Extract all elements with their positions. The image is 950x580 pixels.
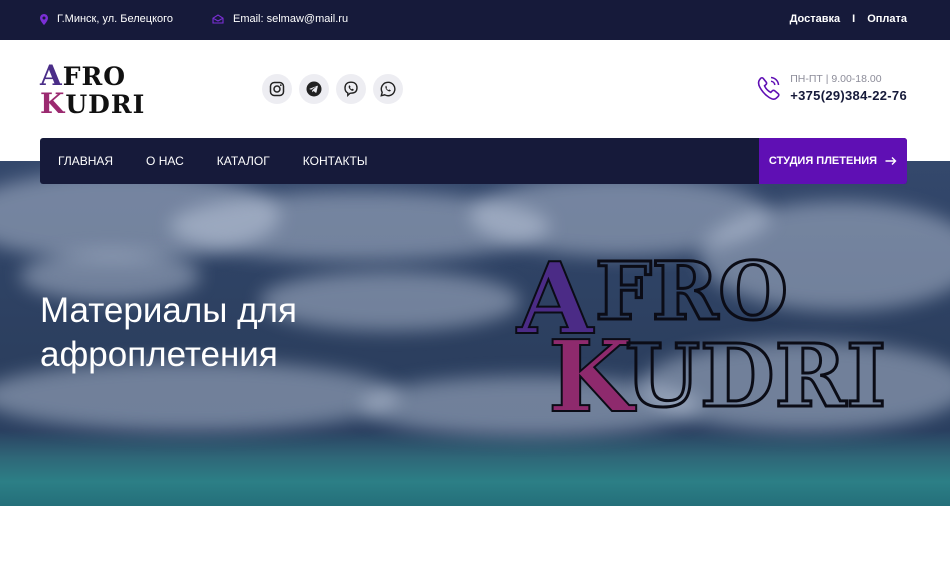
hero-title-line-1: Материалы для bbox=[40, 291, 297, 330]
phone-icon bbox=[758, 76, 780, 100]
arrow-right-icon bbox=[885, 157, 897, 165]
nav-item-home[interactable]: ГЛАВНАЯ bbox=[58, 154, 113, 168]
link-separator: I bbox=[852, 13, 856, 25]
hero-title-line-2: афроплетения bbox=[40, 335, 278, 374]
viber-button[interactable] bbox=[336, 74, 366, 104]
social-links bbox=[262, 74, 410, 104]
whatsapp-button[interactable] bbox=[373, 74, 403, 104]
logo-line-2: KUDRI bbox=[40, 86, 146, 120]
viber-icon bbox=[344, 81, 358, 97]
location-pin-icon bbox=[40, 13, 48, 25]
working-hours: ПН-ПТ | 9.00-18.00 bbox=[790, 73, 882, 85]
studio-button[interactable]: СТУДИЯ ПЛЕТЕНИЯ bbox=[759, 138, 907, 184]
phone-number[interactable]: +375(29)384-22-76 bbox=[790, 88, 907, 103]
address: Г.Минск, ул. Белецкого bbox=[40, 13, 173, 25]
nav-item-about[interactable]: О НАС bbox=[146, 154, 184, 168]
instagram-button[interactable] bbox=[262, 74, 292, 104]
contact-block: ПН-ПТ | 9.00-18.00 +375(29)384-22-76 bbox=[756, 73, 907, 103]
main-nav: ГЛАВНАЯ О НАС КАТАЛОГ КОНТАКТЫ СТУДИЯ ПЛ… bbox=[40, 138, 907, 184]
address-text: Г.Минск, ул. Белецкого bbox=[57, 13, 174, 25]
svg-text:K: K bbox=[548, 320, 637, 435]
top-links: Доставка I Оплата bbox=[790, 13, 907, 25]
svg-text:UDRI: UDRI bbox=[625, 326, 886, 427]
delivery-link[interactable]: Доставка bbox=[790, 13, 841, 25]
whatsapp-icon bbox=[380, 81, 396, 97]
top-bar: Г.Минск, ул. Белецкого Email: selmaw@mai… bbox=[0, 0, 950, 40]
email[interactable]: Email: selmaw@mail.ru bbox=[212, 13, 348, 25]
nav-menu: ГЛАВНАЯ О НАС КАТАЛОГ КОНТАКТЫ bbox=[58, 154, 401, 168]
logo-line-1: AFRO bbox=[40, 59, 127, 92]
envelope-icon bbox=[212, 14, 224, 24]
logo[interactable]: AFRO KUDRI bbox=[40, 62, 155, 118]
telegram-button[interactable] bbox=[299, 74, 329, 104]
telegram-icon bbox=[306, 81, 322, 97]
email-text[interactable]: Email: selmaw@mail.ru bbox=[233, 13, 348, 25]
instagram-icon bbox=[269, 81, 285, 97]
payment-link[interactable]: Оплата bbox=[867, 13, 907, 25]
hero-banner: A FRO K UDRI Материалы для афроплетения bbox=[0, 161, 950, 506]
nav-item-catalog[interactable]: КАТАЛОГ bbox=[217, 154, 270, 168]
nav-item-contacts[interactable]: КОНТАКТЫ bbox=[303, 154, 368, 168]
studio-button-label: СТУДИЯ ПЛЕТЕНИЯ bbox=[768, 155, 878, 167]
hero-title: Материалы для афроплетения bbox=[40, 289, 297, 377]
